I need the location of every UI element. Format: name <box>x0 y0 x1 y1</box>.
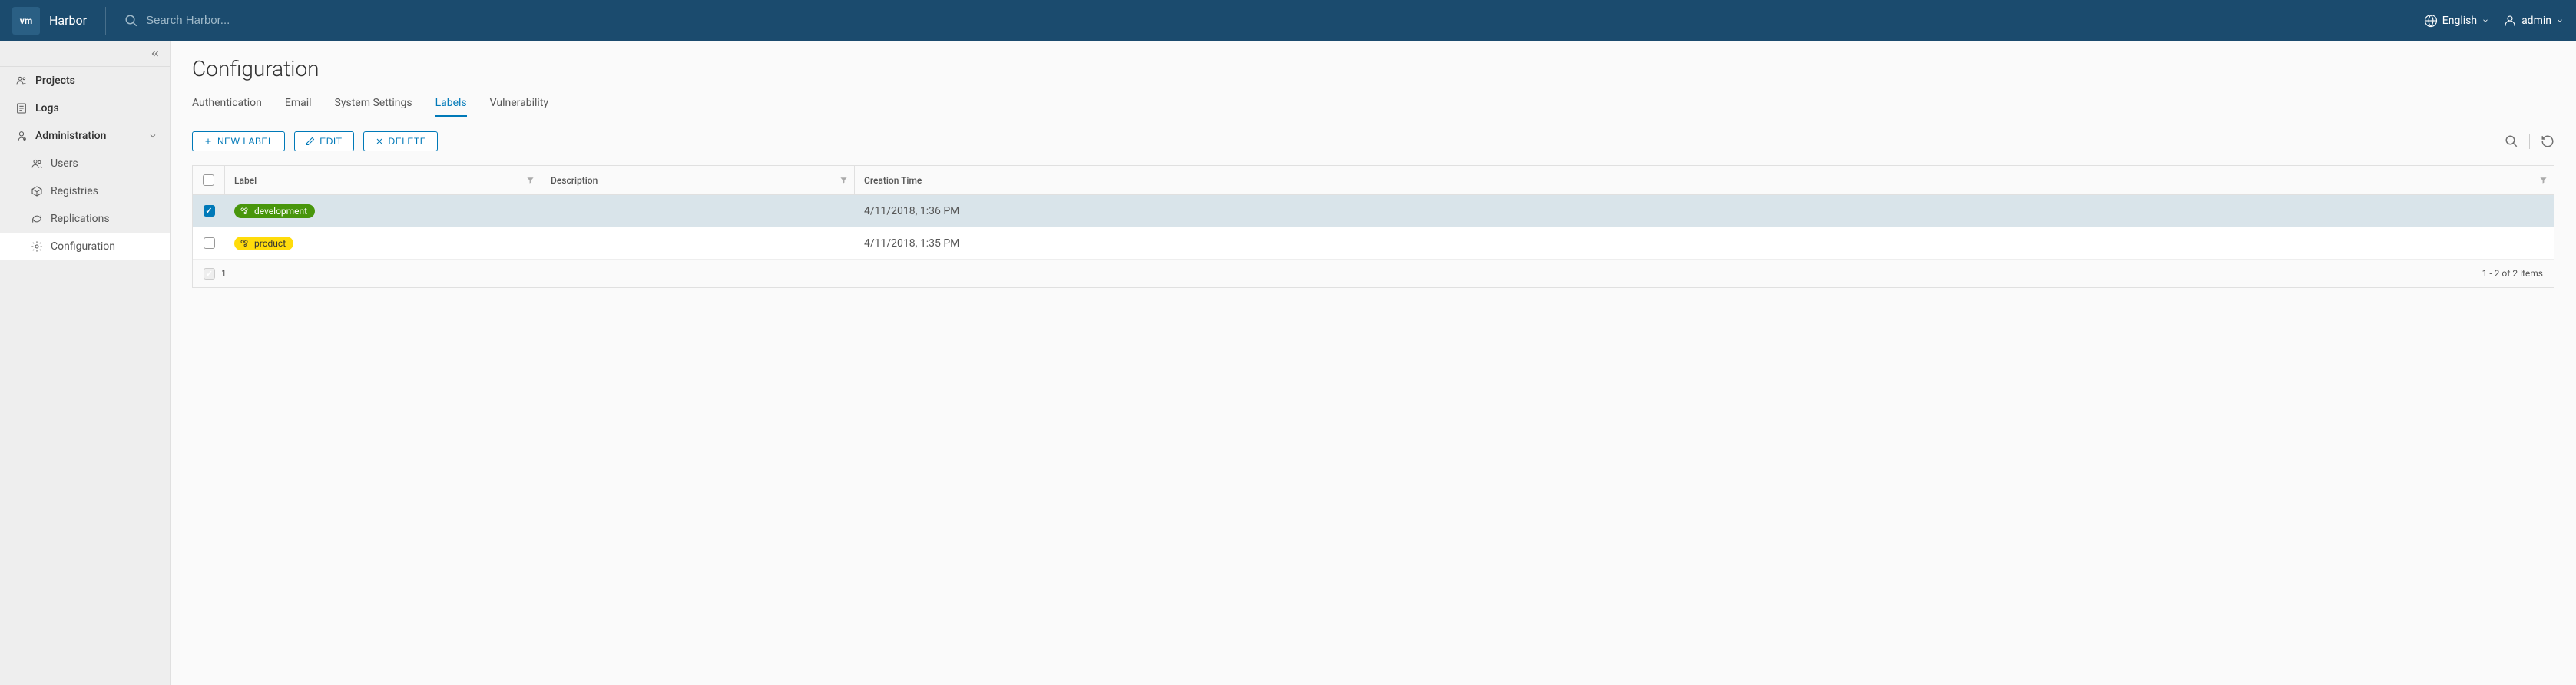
button-label: Edit <box>320 136 342 147</box>
button-label: New Label <box>217 136 273 147</box>
label-cell: development <box>225 204 541 218</box>
gear-icon <box>31 240 43 253</box>
select-all-checkbox[interactable] <box>203 174 214 186</box>
chevron-down-icon <box>2556 17 2564 25</box>
sidebar-item-administration[interactable]: Administration <box>0 122 170 150</box>
logo-badge: vm <box>12 7 40 35</box>
select-all-cell <box>193 166 225 194</box>
label-icon <box>239 206 250 217</box>
table-header: Label Description Creation Time <box>193 166 2554 195</box>
label-icon <box>239 238 250 249</box>
row-select-cell <box>193 195 225 227</box>
chevron-double-left-icon <box>150 48 161 59</box>
sidebar-item-projects[interactable]: Projects <box>0 67 170 94</box>
column-label-text: Label <box>234 175 257 186</box>
toolbar: New Label Edit Delete <box>192 131 2554 151</box>
sidebar-item-users[interactable]: Users <box>0 150 170 177</box>
sidebar-item-registries[interactable]: Registries <box>0 177 170 205</box>
search-container <box>124 14 2424 28</box>
button-label: Delete <box>389 136 427 147</box>
sidebar-collapse-button[interactable] <box>0 41 170 67</box>
label-text: development <box>254 206 307 217</box>
sidebar-item-label: Logs <box>35 102 59 114</box>
search-input[interactable] <box>146 14 376 27</box>
row-checkbox[interactable] <box>204 205 215 217</box>
user-label: admin <box>2521 15 2551 27</box>
pagination-range: 1 - 2 of 2 items <box>2482 268 2543 279</box>
user-menu[interactable]: admin <box>2503 14 2564 28</box>
sidebar-item-configuration[interactable]: Configuration <box>0 233 170 260</box>
edit-button[interactable]: Edit <box>294 131 353 151</box>
tab-system-settings[interactable]: System Settings <box>335 91 412 117</box>
sidebar-item-label: Administration <box>35 130 106 142</box>
app-name: Harbor <box>49 13 87 28</box>
label-chip: product <box>234 237 293 250</box>
selected-count: 1 <box>221 268 227 279</box>
tab-vulnerability[interactable]: Vulnerability <box>490 91 548 117</box>
tab-authentication[interactable]: Authentication <box>192 91 262 117</box>
header-right: English admin <box>2424 14 2564 28</box>
projects-icon <box>15 74 28 87</box>
registries-icon <box>31 185 43 197</box>
sidebar-item-label: Configuration <box>51 240 115 253</box>
administration-icon <box>15 130 28 142</box>
sidebar: Projects Logs Administration Users <box>0 41 171 685</box>
user-icon <box>2503 14 2517 28</box>
plus-icon <box>204 137 213 146</box>
table-row[interactable]: product 4/11/2018, 1:35 PM <box>193 227 2554 260</box>
table-footer: 1 1 - 2 of 2 items <box>193 260 2554 287</box>
column-label-text: Creation Time <box>864 175 922 186</box>
sidebar-item-logs[interactable]: Logs <box>0 94 170 122</box>
creation-time-cell: 4/11/2018, 1:35 PM <box>855 237 2554 250</box>
label-chip: development <box>234 204 315 218</box>
row-select-cell <box>193 227 225 259</box>
sidebar-item-label: Registries <box>51 185 98 197</box>
label-text: product <box>254 238 286 249</box>
column-label-text: Description <box>551 175 598 186</box>
toolbar-divider <box>2529 134 2530 149</box>
tab-email[interactable]: Email <box>285 91 312 117</box>
main-content: Configuration Authentication Email Syste… <box>171 41 2576 685</box>
sidebar-item-label: Projects <box>35 74 75 87</box>
replications-icon <box>31 213 43 225</box>
language-selector[interactable]: English <box>2424 14 2489 28</box>
search-icon <box>124 14 138 28</box>
sidebar-item-replications[interactable]: Replications <box>0 205 170 233</box>
pencil-icon <box>306 137 315 146</box>
chevron-down-icon <box>2482 17 2489 25</box>
chevron-down-icon <box>148 131 157 141</box>
creation-time-cell: 4/11/2018, 1:36 PM <box>855 205 2554 217</box>
labels-table: Label Description Creation Time <box>192 165 2554 288</box>
header-divider <box>105 7 106 35</box>
language-label: English <box>2442 15 2477 27</box>
row-checkbox[interactable] <box>204 237 215 249</box>
column-header-creation-time[interactable]: Creation Time <box>855 166 2554 194</box>
column-header-label[interactable]: Label <box>225 166 541 194</box>
page-title: Configuration <box>192 56 2554 81</box>
column-header-description[interactable]: Description <box>541 166 855 194</box>
sidebar-item-label: Users <box>51 157 78 170</box>
label-cell: product <box>225 237 541 250</box>
globe-icon <box>2424 14 2438 28</box>
app-header: vm Harbor English admin <box>0 0 2576 41</box>
search-icon[interactable] <box>2505 134 2518 148</box>
refresh-icon[interactable] <box>2541 134 2554 148</box>
table-row[interactable]: development 4/11/2018, 1:36 PM <box>193 195 2554 227</box>
new-label-button[interactable]: New Label <box>192 131 285 151</box>
toolbar-right <box>2505 134 2554 149</box>
filter-icon[interactable] <box>839 176 848 184</box>
config-tabs: Authentication Email System Settings Lab… <box>192 91 2554 117</box>
close-icon <box>375 137 384 146</box>
filter-icon[interactable] <box>526 176 535 184</box>
filter-icon[interactable] <box>2539 176 2548 184</box>
delete-button[interactable]: Delete <box>363 131 439 151</box>
sidebar-item-label: Replications <box>51 213 110 225</box>
tab-labels[interactable]: Labels <box>435 91 467 117</box>
users-icon <box>31 157 43 170</box>
footer-selection: 1 <box>204 268 227 280</box>
logs-icon <box>15 102 28 114</box>
footer-checkbox <box>204 268 215 280</box>
